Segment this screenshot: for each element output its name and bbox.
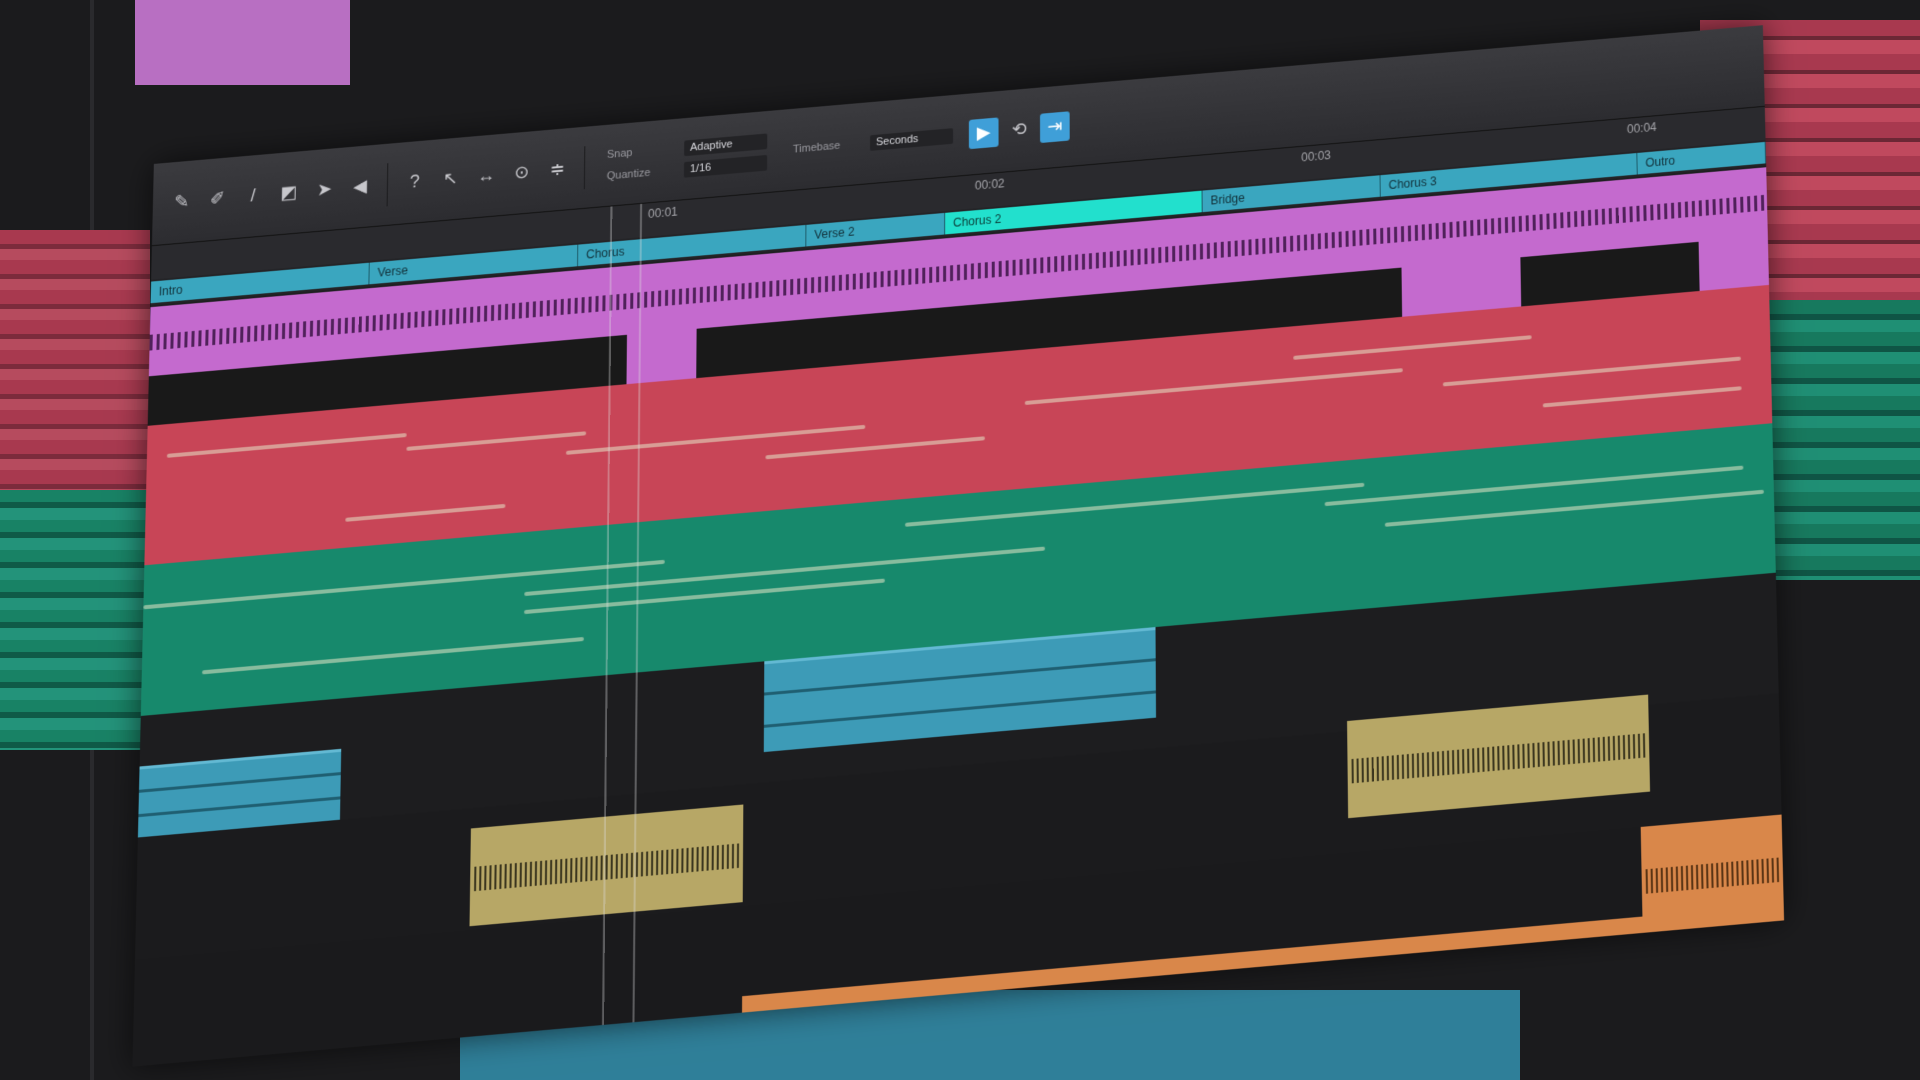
follow-icon[interactable]: ▶ — [969, 117, 999, 149]
waveform — [1352, 734, 1646, 784]
midi-note[interactable] — [143, 560, 665, 610]
snap-label: Snap — [607, 143, 676, 161]
speaker-icon[interactable]: ◀ — [345, 171, 375, 203]
ruler-mark: 00:01 — [648, 205, 678, 221]
midi-note[interactable] — [765, 436, 984, 459]
toolbar-divider — [584, 146, 585, 189]
background-green-glitch-right — [1760, 300, 1920, 580]
vocal-clip[interactable] — [1699, 236, 1769, 291]
midi-note[interactable] — [167, 433, 407, 458]
timebase-label: Timebase — [793, 137, 862, 155]
ruler-mark: 00:03 — [1301, 148, 1331, 164]
arrow-icon[interactable]: ↖ — [435, 163, 465, 195]
line-icon[interactable]: / — [238, 180, 268, 212]
split-icon[interactable]: ≑ — [542, 154, 572, 186]
midi-note[interactable] — [202, 637, 584, 674]
loop-icon[interactable]: ⟲ — [1004, 114, 1034, 146]
snap-toggle-icon[interactable]: ⇥ — [1040, 111, 1070, 143]
brush-icon[interactable]: ✐ — [202, 183, 232, 215]
help-icon[interactable]: ? — [400, 166, 430, 198]
eraser-icon[interactable]: ◩ — [274, 177, 304, 209]
midi-note[interactable] — [1025, 368, 1403, 405]
snap-settings: Snap Adaptive Quantize 1/16 — [607, 133, 768, 184]
toolbar-divider — [387, 163, 389, 206]
midi-note — [764, 658, 1156, 695]
background-red-glitch — [0, 230, 150, 490]
pencil-icon[interactable]: ✎ — [166, 186, 196, 218]
timebase-dropdown[interactable]: Seconds — [870, 128, 953, 151]
quantize-label: Quantize — [607, 164, 676, 182]
midi-note[interactable] — [406, 431, 586, 451]
daw-window: ✎ ✐ / ◩ ➤ ◀ ? ↖ ↔ ⊙ ≑ Snap Adaptive Quan… — [132, 25, 1784, 1066]
pointer-icon[interactable]: ➤ — [309, 174, 339, 206]
quantize-dropdown[interactable]: 1/16 — [684, 154, 767, 177]
drum-clip[interactable] — [470, 804, 744, 926]
midi-note[interactable] — [1443, 357, 1741, 387]
waveform — [474, 844, 739, 892]
midi-note — [764, 690, 1156, 727]
background-magenta-block — [135, 0, 350, 85]
background-green-glitch — [0, 490, 150, 750]
range-icon[interactable]: ↔ — [471, 160, 501, 192]
midi-note[interactable] — [345, 504, 505, 522]
waveform — [1646, 857, 1780, 893]
ruler-mark: 00:02 — [975, 176, 1005, 192]
snap-dropdown[interactable]: Adaptive — [684, 133, 767, 156]
midi-note[interactable] — [1293, 335, 1531, 360]
ruler-mark: 00:04 — [1627, 120, 1657, 136]
midi-note — [138, 796, 340, 817]
midi-note — [139, 772, 341, 793]
zoom-icon[interactable]: ⊙ — [507, 157, 537, 189]
timebase-settings: Timebase Seconds — [793, 128, 953, 157]
midi-note[interactable] — [1543, 386, 1742, 407]
vocal-clip[interactable] — [627, 329, 697, 384]
midi-note[interactable] — [524, 579, 885, 615]
